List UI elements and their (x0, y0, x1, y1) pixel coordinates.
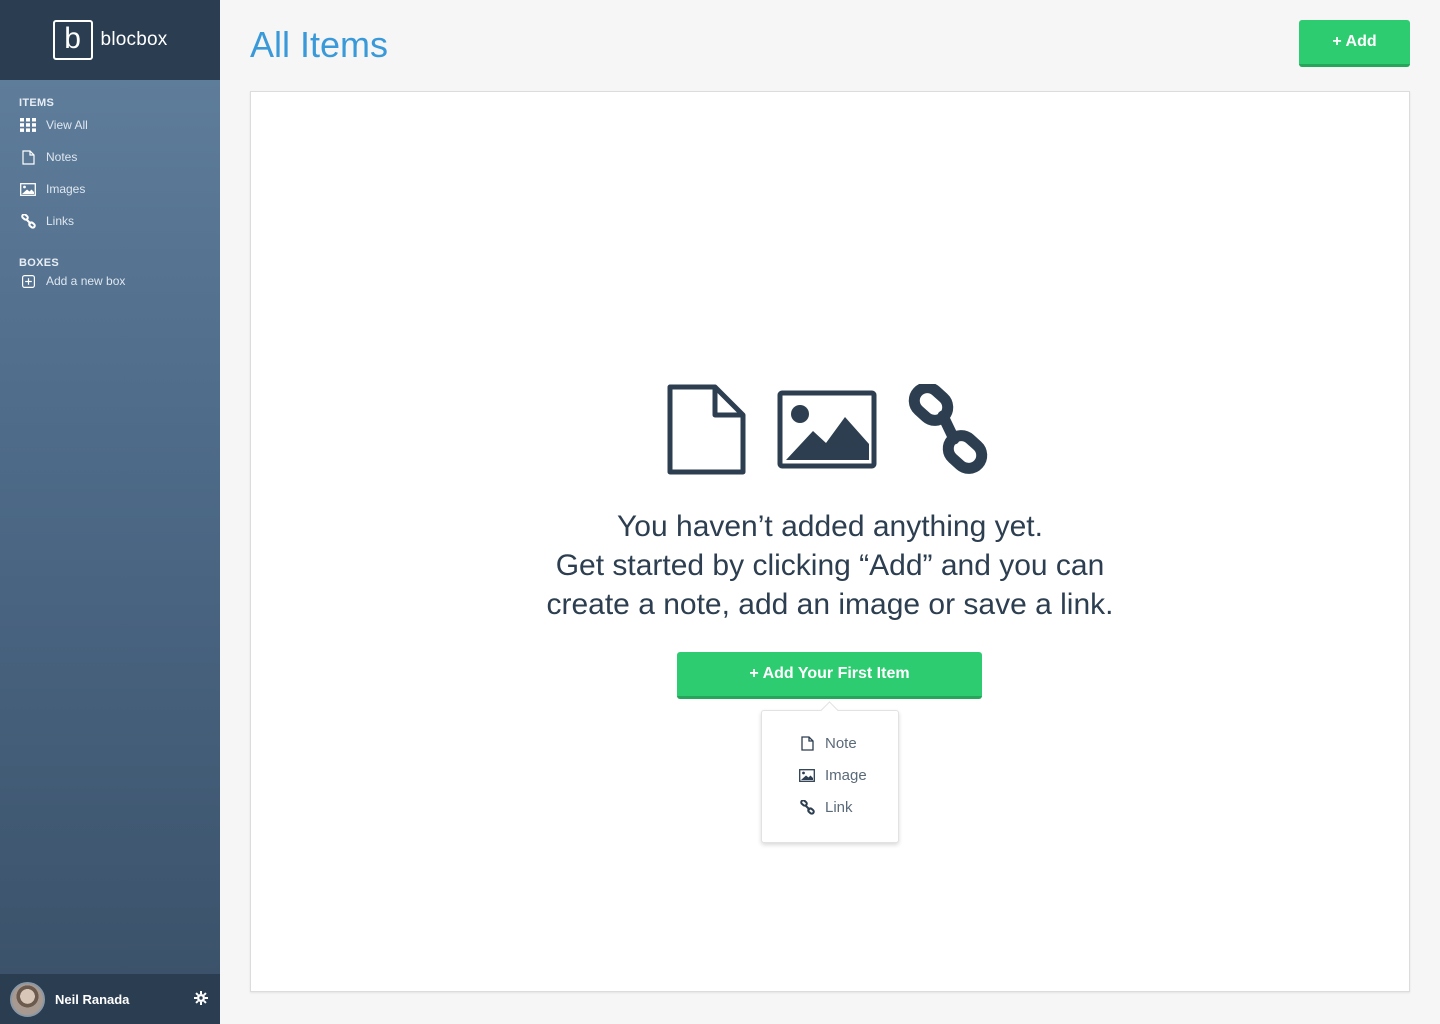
add-item-dropdown: Note Image Link (761, 710, 899, 843)
dropdown-item-label: Note (825, 734, 857, 752)
document-icon (667, 384, 746, 475)
document-icon (19, 148, 37, 166)
empty-state-line: You haven’t added anything yet. (617, 510, 1043, 543)
sidebar-item-links[interactable]: Links (19, 205, 220, 237)
empty-state-line: Get started by clicking “Add” and you ca… (555, 549, 1105, 582)
sidebar-item-notes[interactable]: Notes (19, 141, 220, 173)
dropdown-item-label: Link (825, 798, 853, 816)
sidebar: b blocbox ITEMS View All Notes Images Li… (0, 0, 220, 1024)
plus-square-icon (19, 272, 37, 290)
sidebar-item-label: Add a new box (46, 274, 126, 288)
items-heading: ITEMS (19, 97, 55, 109)
brand-name: blocbox (100, 29, 168, 50)
sidebar-item-label: View All (46, 118, 88, 132)
grid-icon (19, 116, 37, 134)
page-title: All Items (250, 24, 389, 65)
image-icon (798, 766, 816, 784)
avatar[interactable] (10, 981, 45, 1017)
sidebar-item-label: Notes (46, 150, 78, 164)
dropdown-item-link[interactable]: Link (762, 791, 898, 823)
link-icon (798, 798, 816, 816)
empty-state-line: create a note, add an image or save a li… (546, 588, 1114, 621)
dropdown-item-label: Image (825, 766, 867, 784)
boxes-heading: BOXES (19, 257, 60, 269)
empty-state-icons (667, 382, 997, 478)
user-name: Neil Ranada (55, 991, 130, 1007)
gear-icon[interactable] (194, 991, 210, 1007)
link-icon (908, 382, 988, 474)
image-icon (777, 390, 877, 469)
brand-logo[interactable]: b blocbox (0, 0, 220, 80)
dropdown-item-note[interactable]: Note (762, 727, 898, 759)
dropdown-item-image[interactable]: Image (762, 759, 898, 791)
sidebar-item-view-all[interactable]: View All (19, 109, 220, 141)
sidebar-item-add-box[interactable]: Add a new box (19, 269, 220, 293)
boxes-section: BOXES Add a new box (0, 257, 220, 293)
sidebar-item-label: Images (46, 182, 86, 196)
empty-state-message: You haven’t added anything yet. Get star… (440, 507, 1220, 624)
add-button[interactable]: + Add (1299, 20, 1410, 67)
add-first-item-button[interactable]: + Add Your First Item (677, 652, 982, 699)
logo-mark: b (52, 20, 93, 60)
items-section: ITEMS View All Notes Images Links (0, 97, 220, 237)
link-icon (19, 212, 37, 230)
sidebar-item-label: Links (46, 214, 75, 228)
user-bar: Neil Ranada (0, 974, 220, 1024)
document-icon (798, 734, 816, 752)
sidebar-item-images[interactable]: Images (19, 173, 220, 205)
image-icon (19, 180, 37, 198)
